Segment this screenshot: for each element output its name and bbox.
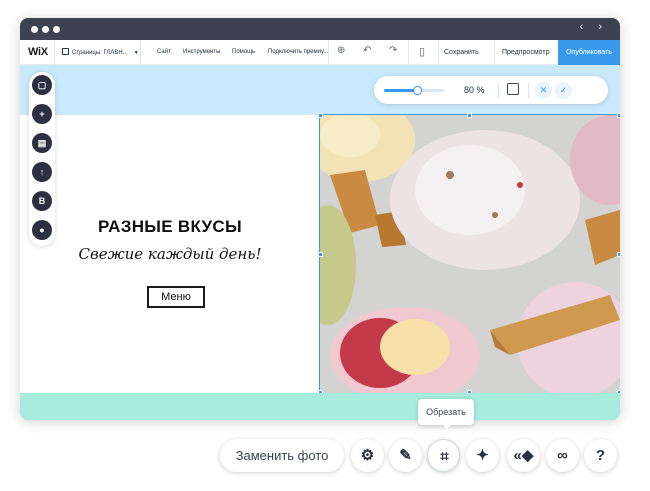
add-icon[interactable]: + bbox=[32, 104, 52, 124]
menu-site[interactable]: Сайт bbox=[157, 49, 171, 55]
animation-icon: «◆ bbox=[513, 447, 534, 464]
menu-help[interactable]: Помощь bbox=[232, 49, 255, 55]
divider bbox=[498, 82, 499, 98]
left-toolbar: ▢ + ▤ ↑ B ● bbox=[29, 72, 55, 246]
window-dot[interactable] bbox=[31, 26, 38, 33]
store-icon[interactable]: ▤ bbox=[32, 133, 52, 153]
hero-title: РАЗНЫЕ ВКУСЫ bbox=[98, 217, 242, 236]
stage: ‹ › WiX Страницы: ГЛАВН... ▼ Сайт Инструм… bbox=[0, 0, 650, 491]
zoom-value: 80 % bbox=[464, 85, 485, 95]
pages-icon bbox=[62, 48, 69, 55]
menu-upgrade[interactable]: Подключить премиу... bbox=[268, 49, 328, 55]
brush-icon: ✎ bbox=[399, 447, 412, 464]
link-button[interactable]: ∞ bbox=[546, 439, 579, 472]
pages-label: Страницы: ГЛАВН... bbox=[72, 50, 128, 56]
editor-toolbar: WiX Страницы: ГЛАВН... ▼ Сайт Инструменты… bbox=[20, 40, 620, 65]
divider bbox=[328, 40, 329, 65]
zoom-slider[interactable] bbox=[384, 86, 444, 95]
link-icon: ∞ bbox=[557, 447, 568, 464]
menu-tools[interactable]: Инструменты bbox=[183, 49, 220, 55]
animation-button[interactable]: «◆ bbox=[507, 439, 540, 472]
titlebar: ‹ › bbox=[20, 18, 620, 40]
resize-handle[interactable] bbox=[617, 252, 620, 257]
design-button[interactable]: ✎ bbox=[389, 439, 422, 472]
help-button[interactable]: ? bbox=[584, 439, 617, 472]
resize-handle[interactable] bbox=[617, 113, 620, 118]
window-dot[interactable] bbox=[53, 26, 60, 33]
crop-tooltip: Обрезать bbox=[418, 399, 474, 429]
nav-arrows[interactable]: ‹ › bbox=[580, 21, 608, 33]
upload-icon[interactable]: ↑ bbox=[32, 162, 52, 182]
mobile-view-icon[interactable]: ▯ bbox=[419, 45, 425, 58]
pages-dropdown[interactable]: Страницы: ГЛАВН... ▼ bbox=[62, 48, 139, 56]
undo-icon[interactable]: ↶ bbox=[363, 45, 371, 56]
settings-button[interactable]: ⚙ bbox=[351, 439, 384, 472]
zoom-panel: 80 % ✕ ✓ bbox=[374, 76, 608, 104]
publish-button[interactable]: Опубликовать bbox=[558, 40, 620, 65]
redo-icon[interactable]: ↷ bbox=[389, 45, 397, 56]
gear-icon: ⚙ bbox=[360, 447, 375, 464]
apply-button[interactable]: ✓ bbox=[555, 82, 572, 99]
zoom-icon[interactable]: ⊕ bbox=[337, 45, 345, 56]
resize-handle[interactable] bbox=[467, 113, 472, 118]
window-dot[interactable] bbox=[42, 26, 49, 33]
resize-handle[interactable] bbox=[318, 252, 323, 257]
square-icon[interactable]: ▢ bbox=[32, 75, 52, 95]
help-icon: ? bbox=[595, 447, 606, 464]
magic-button[interactable]: ✦ bbox=[466, 439, 499, 472]
blog-icon[interactable]: B bbox=[32, 191, 52, 211]
chat-icon[interactable]: ● bbox=[32, 220, 52, 240]
browser-window: ‹ › WiX Страницы: ГЛАВН... ▼ Сайт Инструм… bbox=[20, 18, 620, 420]
menu-button[interactable]: Меню bbox=[147, 286, 205, 308]
divider bbox=[438, 40, 439, 65]
preview-button[interactable]: Предпросмотр bbox=[502, 49, 549, 56]
editor-canvas: 80 % ✕ ✓ РАЗНЫЕ ВКУСЫ Свежие каждый день… bbox=[20, 65, 620, 420]
divider bbox=[140, 40, 141, 65]
ice-cream-image bbox=[320, 115, 620, 393]
ice-cream-photo[interactable] bbox=[319, 114, 620, 394]
divider bbox=[54, 40, 55, 65]
divider bbox=[494, 40, 495, 65]
footer-strip bbox=[20, 393, 620, 420]
chevron-down-icon: ▼ bbox=[133, 50, 139, 56]
crop-button[interactable]: ⌗ bbox=[427, 439, 460, 472]
replace-photo-button[interactable]: Заменить фото bbox=[220, 439, 344, 472]
magic-wand-icon: ✦ bbox=[476, 447, 489, 464]
divider bbox=[408, 40, 409, 65]
divider bbox=[528, 82, 529, 98]
hero-subtitle: Свежие каждый день! bbox=[78, 245, 262, 263]
wix-logo: WiX bbox=[28, 46, 48, 58]
cancel-button[interactable]: ✕ bbox=[535, 82, 552, 99]
resize-handle[interactable] bbox=[318, 113, 323, 118]
save-button[interactable]: Сохранить bbox=[444, 49, 479, 56]
crop-icon: ⌗ bbox=[440, 448, 449, 465]
fit-icon[interactable] bbox=[507, 83, 519, 95]
zoom-slider-handle[interactable] bbox=[413, 86, 422, 95]
